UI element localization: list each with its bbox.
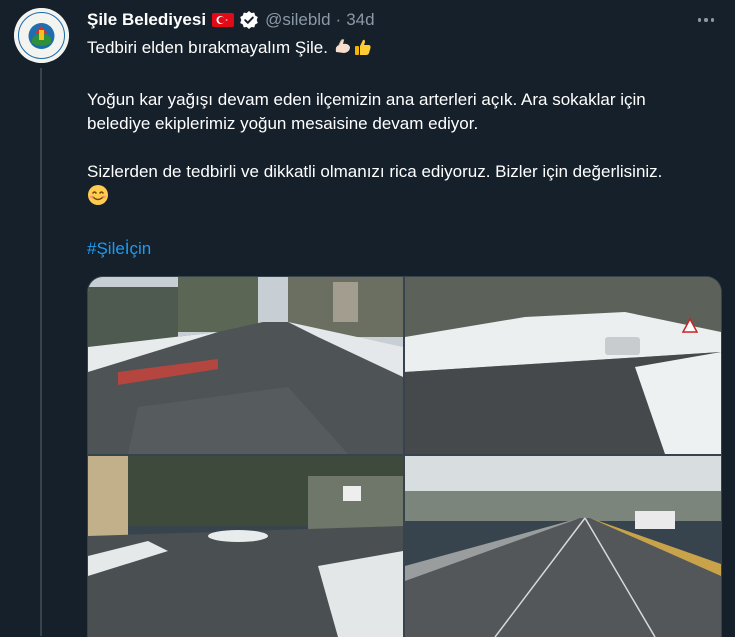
separator-dot: · (335, 10, 342, 29)
smiling-face-icon (87, 184, 109, 213)
more-options-icon[interactable] (695, 10, 717, 30)
snowy-road-with-crosswalk-photo[interactable] (88, 277, 403, 454)
tweet-text: Tedbiri elden bırakmayalım Şile. Yoğun k… (87, 36, 727, 261)
media-grid (87, 276, 722, 637)
avatar[interactable] (14, 8, 69, 63)
tweet-paragraph-3: Sizlerden de tedbirli ve dikkatli olmanı… (87, 162, 663, 181)
author-name[interactable]: Şile Belediyesi (87, 10, 206, 30)
turkey-flag-icon (212, 12, 235, 28)
thread-line (40, 68, 42, 636)
snowy-bridge-road-photo[interactable] (405, 456, 721, 637)
tweet-paragraph-2-line-2: belediye ekiplerimiz yoğun mesaisine dev… (87, 114, 479, 133)
tweet-time[interactable]: 34d (346, 10, 374, 30)
author-handle[interactable]: @silebld (265, 10, 330, 30)
verified-badge-icon (239, 10, 259, 30)
thumbs-up-icon (353, 37, 373, 64)
tweet-paragraph-2-line-1: Yoğun kar yağışı devam eden ilçemizin an… (87, 90, 646, 109)
hashtag-link[interactable]: #Şileİçin (87, 239, 151, 258)
tweet-header: Şile Belediyesi @silebld · 34d (87, 9, 715, 31)
flexed-biceps-icon (333, 37, 353, 64)
tweet-line-1: Tedbiri elden bırakmayalım Şile. (87, 38, 328, 57)
snowy-intersection-photo[interactable] (88, 456, 403, 637)
snowy-curved-road-with-car-photo[interactable] (405, 277, 721, 454)
